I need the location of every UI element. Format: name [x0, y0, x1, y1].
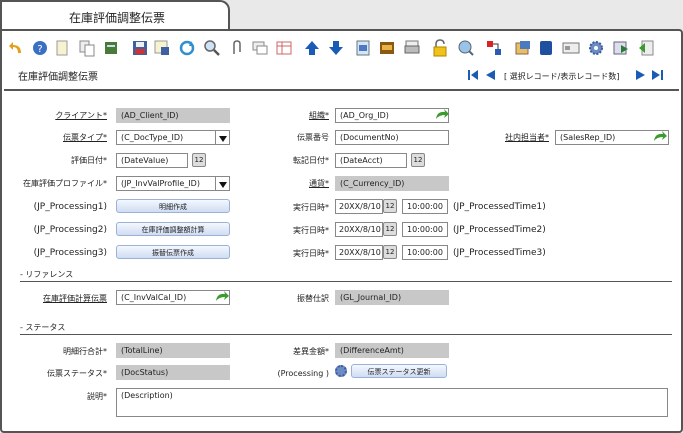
invvalcal-lookup-icon[interactable]	[214, 290, 230, 304]
proc3-exec-label: 実行日時*	[293, 249, 329, 258]
processing-label: (Processing )	[277, 369, 329, 378]
invvalcal-label: 在庫評価計算伝票	[43, 294, 107, 303]
create-lines-button[interactable]: 明細作成	[116, 199, 230, 213]
proc2-label: (JP_Processing2)	[33, 225, 107, 235]
diffamt-field[interactable]: (DifferenceAmt)	[335, 343, 449, 358]
salesrep-lookup-icon[interactable]	[652, 130, 668, 144]
proc1-calendar-icon[interactable]: 12	[383, 199, 397, 213]
proc2-after-label: (JP_ProcessedTime2)	[453, 225, 546, 235]
profile-dropdown-icon[interactable]	[216, 176, 230, 191]
update-status-button[interactable]: 伝票ステータス更新	[351, 364, 447, 378]
proc2-calendar-icon[interactable]: 12	[383, 222, 397, 236]
workflow-icon[interactable]	[485, 39, 503, 57]
proc3-date-field[interactable]: 20XX/8/10	[335, 245, 383, 260]
nav-first-prev-icons[interactable]	[468, 69, 498, 81]
description-label: 説明*	[87, 392, 107, 401]
docstatus-label: 伝票ステータス*	[47, 369, 107, 378]
org-lookup-icon[interactable]	[434, 108, 450, 122]
client-label: クライアント*	[55, 111, 107, 120]
chat-icon[interactable]	[251, 39, 269, 57]
create-journal-button[interactable]: 振替伝票作成	[116, 245, 230, 259]
currency-field[interactable]: (C_Currency_ID)	[335, 176, 449, 191]
settings-icon[interactable]	[587, 39, 605, 57]
profile-label: 在庫評価プロファイル*	[23, 179, 107, 188]
doctype-field[interactable]: (C_DocType_ID)	[116, 130, 216, 145]
docstatus-field[interactable]: (DocStatus)	[116, 365, 230, 380]
zoom-icon[interactable]	[457, 39, 475, 57]
profile-field[interactable]: (JP_InvValProfile_ID)	[116, 176, 216, 191]
proc1-date-field[interactable]: 20XX/8/10	[335, 199, 383, 214]
save-new-icon[interactable]	[153, 39, 171, 57]
proc3-label: (JP_Processing3)	[33, 248, 107, 258]
doctype-label: 伝票タイプ*	[63, 133, 107, 142]
svg-text:?: ?	[37, 44, 42, 55]
description-field[interactable]: (Description)	[116, 388, 668, 417]
window-tab[interactable]: 在庫評価調整伝票	[0, 0, 230, 30]
currency-label: 通貨*	[309, 179, 329, 188]
proc1-exec-label: 実行日時*	[293, 203, 329, 212]
export-icon[interactable]	[537, 39, 555, 57]
report-icon[interactable]	[514, 39, 532, 57]
attachment-icon[interactable]	[228, 39, 246, 57]
tab-title: 在庫評価調整伝票	[68, 11, 165, 25]
proc3-time-field[interactable]: 10:00:00	[402, 245, 448, 260]
proc3-calendar-icon[interactable]: 12	[383, 245, 397, 259]
delete-icon[interactable]	[102, 39, 120, 57]
up-arrow-icon[interactable]	[303, 39, 321, 57]
proc2-time-field[interactable]: 10:00:00	[402, 222, 448, 237]
dateacct-label: 転記日付*	[293, 156, 329, 165]
calc-adjust-button[interactable]: 在庫評価調整額計算	[116, 222, 230, 236]
undo-icon[interactable]	[7, 39, 25, 57]
totalline-label: 明細行合計*	[63, 347, 107, 356]
proc1-after-label: (JP_ProcessedTime1)	[453, 202, 546, 212]
new-icon[interactable]	[53, 39, 71, 57]
org-label: 組織*	[309, 111, 329, 120]
reference-divider	[20, 281, 672, 282]
copy-icon[interactable]	[78, 39, 96, 57]
datevalue-field[interactable]: (DateValue)	[116, 153, 188, 168]
datevalue-label: 評価日付*	[71, 156, 107, 165]
salesrep-label: 社内担当者*	[505, 133, 549, 142]
window-panel: ? 在庫評価調整伝票 [ 選択レコード/表示レコード数] クライアント* (AD…	[0, 29, 683, 433]
import-icon[interactable]	[612, 39, 630, 57]
proc3-after-label: (JP_ProcessedTime3)	[453, 248, 546, 258]
gljournal-field[interactable]: (GL_Journal_ID)	[335, 290, 449, 305]
find-icon[interactable]	[203, 39, 221, 57]
record-count-label: [ 選択レコード/表示レコード数]	[504, 72, 620, 81]
dateacct-field[interactable]: (DateAcct)	[335, 153, 407, 168]
save-icon[interactable]	[131, 39, 149, 57]
invvalcal-field[interactable]: (C_InvValCal_ID)	[116, 290, 230, 305]
proc1-label: (JP_Processing1)	[33, 202, 107, 212]
refresh-icon[interactable]	[178, 39, 196, 57]
proc1-time-field[interactable]: 10:00:00	[402, 199, 448, 214]
status-divider	[20, 334, 672, 335]
gear-icon	[335, 365, 347, 377]
help-icon[interactable]: ?	[31, 39, 49, 57]
history-icon[interactable]	[354, 39, 372, 57]
proc2-exec-label: 実行日時*	[293, 226, 329, 235]
docno-field[interactable]: (DocumentNo)	[335, 130, 449, 145]
client-field[interactable]: (AD_Client_ID)	[116, 108, 230, 123]
exit-icon[interactable]	[637, 39, 655, 57]
status-section-title[interactable]: - ステータス	[20, 322, 65, 333]
product-info-icon[interactable]	[562, 39, 580, 57]
header-separator	[4, 89, 679, 91]
lock-icon[interactable]	[431, 39, 449, 57]
down-arrow-icon[interactable]	[327, 39, 345, 57]
dateacct-calendar-icon[interactable]: 12	[411, 153, 425, 167]
gljournal-label: 振替仕訳	[297, 294, 329, 303]
totalline-field[interactable]: (TotalLine)	[116, 343, 230, 358]
org-field[interactable]: (AD_Org_ID)	[335, 108, 449, 123]
window-title: 在庫評価調整伝票	[18, 72, 98, 83]
proc2-date-field[interactable]: 20XX/8/10	[335, 222, 383, 237]
archive-icon[interactable]	[378, 39, 396, 57]
docno-label: 伝票番号	[297, 133, 329, 142]
doctype-dropdown-icon[interactable]	[216, 130, 230, 145]
datevalue-calendar-icon[interactable]: 12	[192, 153, 206, 167]
reference-section-title[interactable]: - リファレンス	[20, 269, 73, 280]
grid-toggle-icon[interactable]	[275, 39, 293, 57]
print-icon[interactable]	[403, 39, 421, 57]
nav-next-last-icons[interactable]	[634, 69, 664, 81]
diffamt-label: 差異金額*	[293, 347, 329, 356]
